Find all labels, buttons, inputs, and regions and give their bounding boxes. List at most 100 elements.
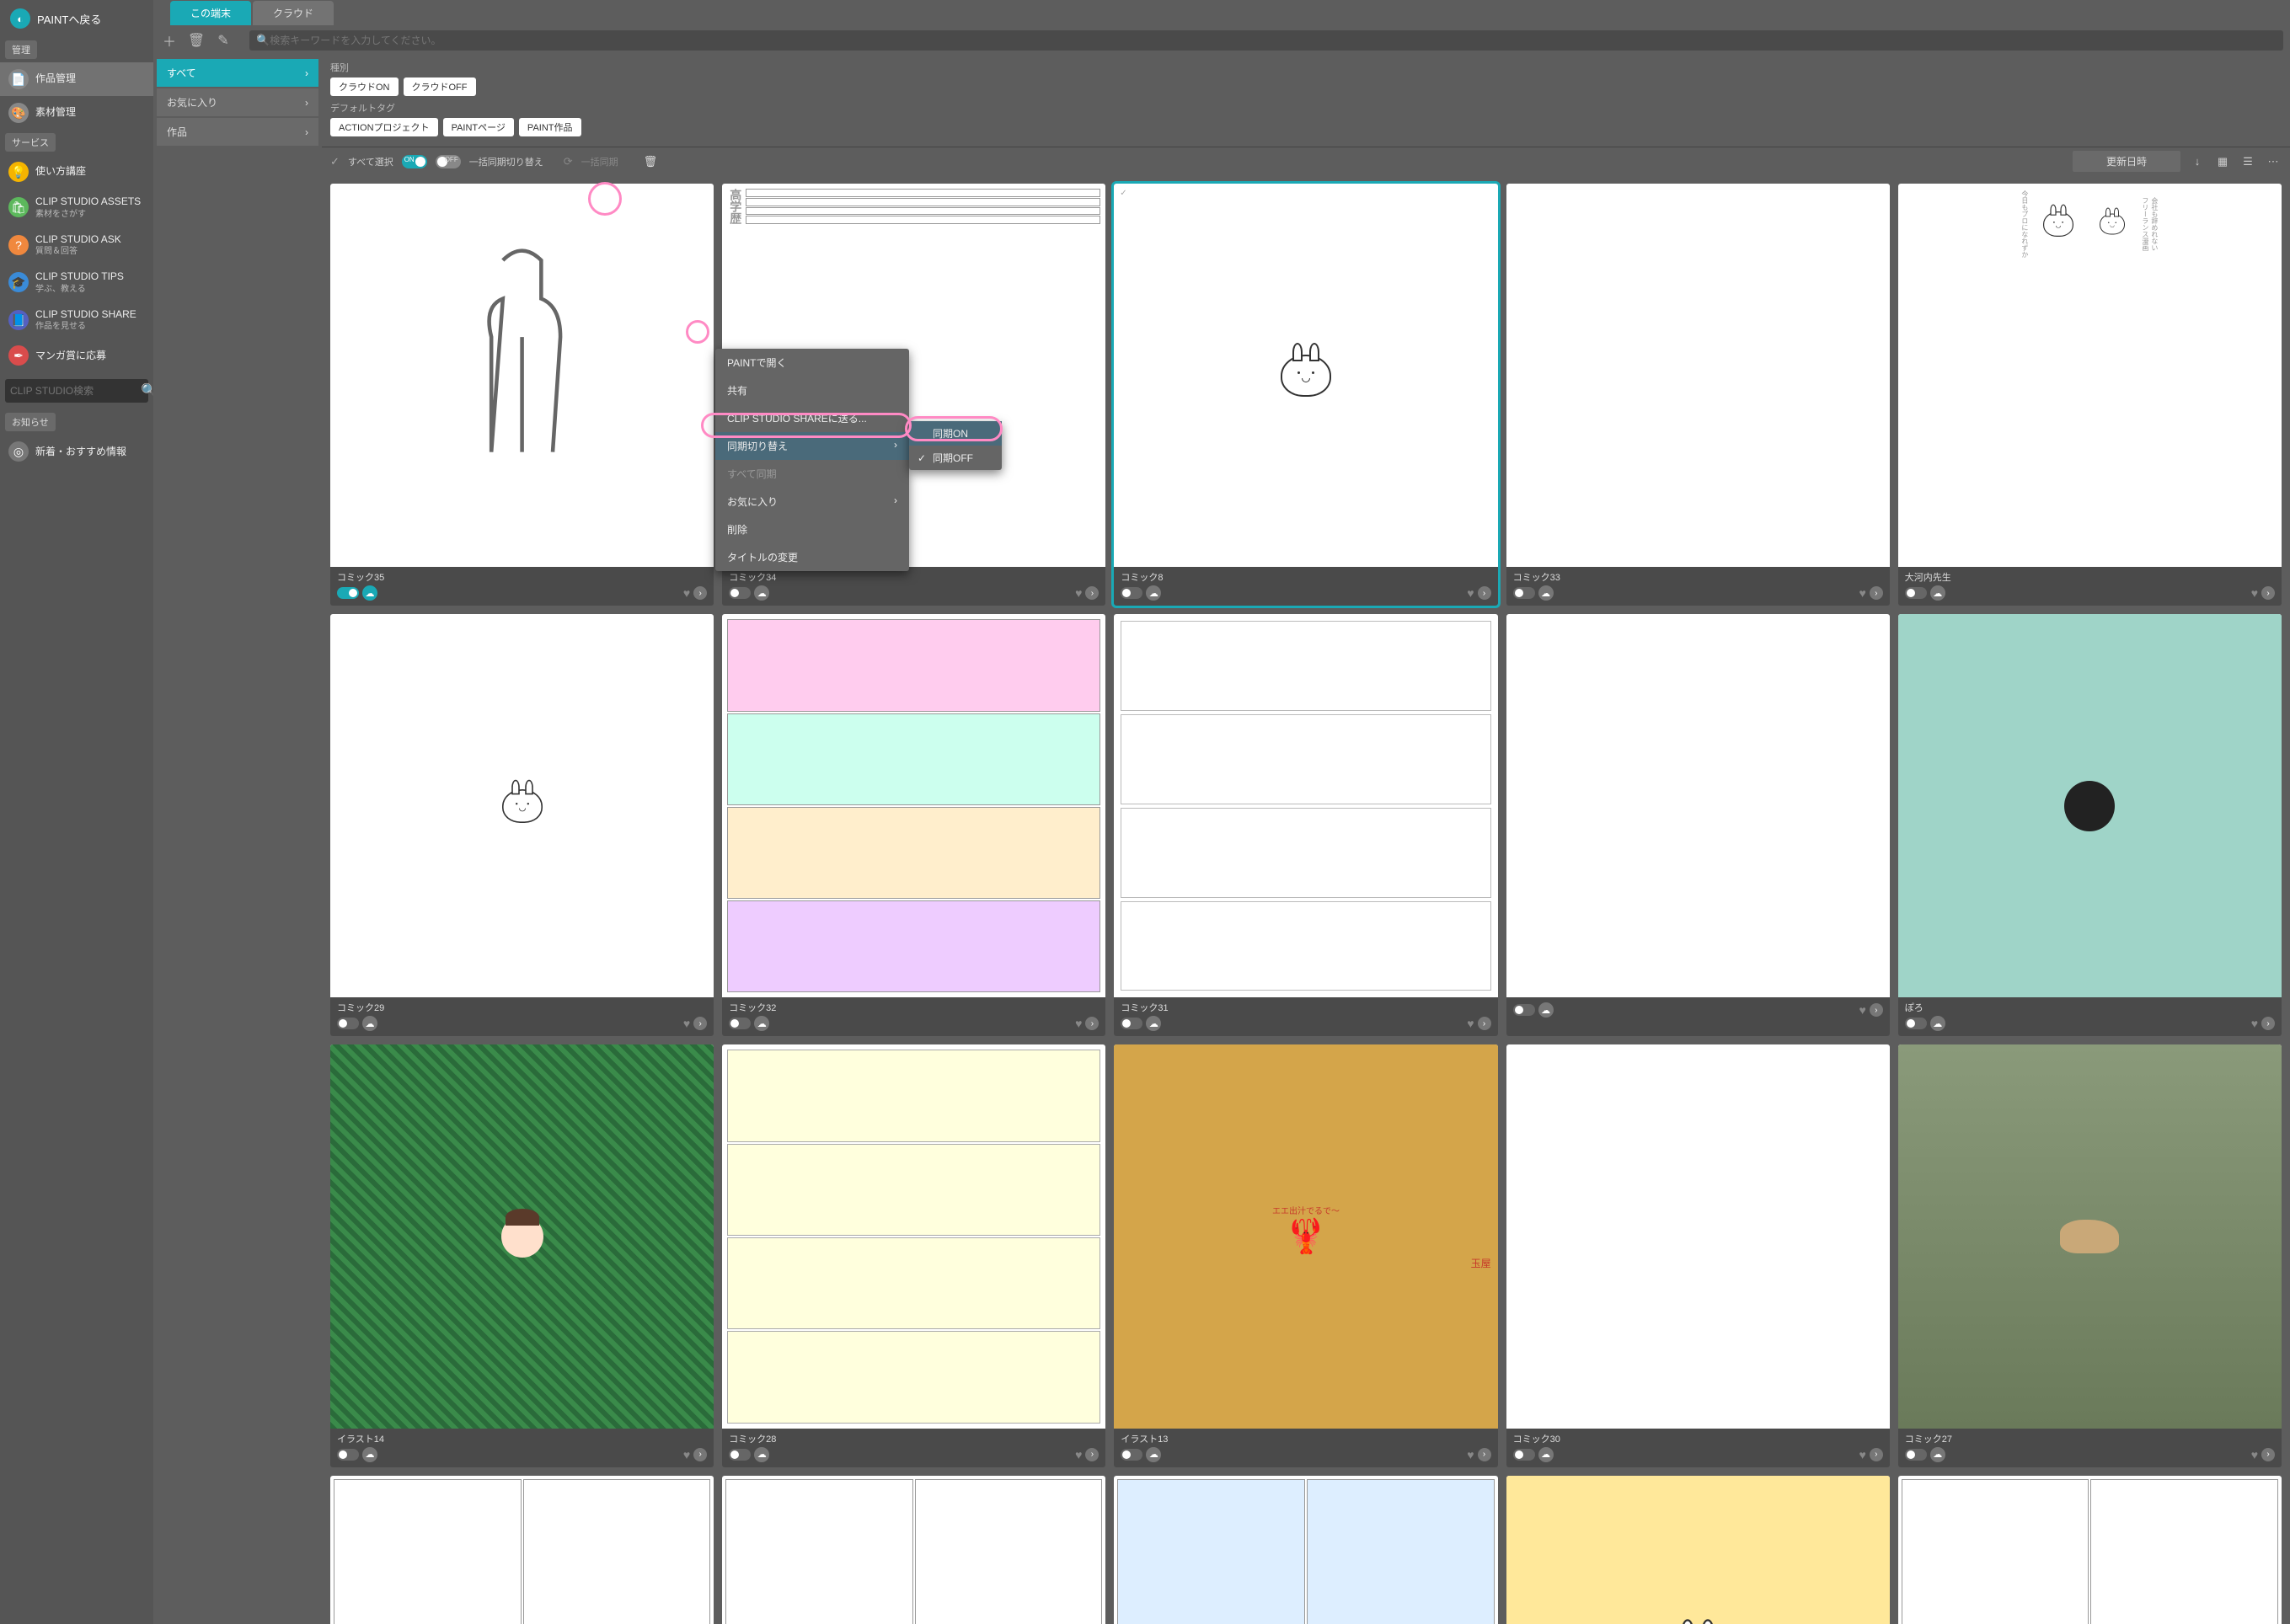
detail-arrow-icon[interactable]: › <box>1870 1003 1883 1017</box>
sidebar-item-assets[interactable]: 🛍CLIP STUDIO ASSETS素材をさがす <box>0 189 153 227</box>
sort-direction-icon[interactable]: ↓ <box>2189 153 2206 170</box>
ctx-share[interactable]: 共有 <box>715 377 909 404</box>
sync-toggle[interactable] <box>337 1449 359 1461</box>
sync-toggle[interactable] <box>1905 1018 1927 1029</box>
cloud-icon[interactable]: ☁ <box>362 1447 377 1462</box>
thumbnail[interactable] <box>722 614 1105 997</box>
work-card[interactable]: イラスト14☁♥› <box>330 1044 714 1466</box>
edit-icon[interactable]: ✎ <box>214 31 233 50</box>
cloud-icon[interactable]: ☁ <box>1146 1016 1161 1031</box>
heart-icon[interactable]: ♥ <box>1075 1017 1082 1030</box>
heart-icon[interactable]: ♥ <box>1467 1448 1474 1461</box>
refresh-icon[interactable]: ⟳ <box>564 155 573 168</box>
trash-icon[interactable]: 🗑 <box>644 155 658 168</box>
check-icon[interactable] <box>1900 185 1915 200</box>
work-card[interactable]: コミック29☁♥› <box>330 614 714 1036</box>
chip-tag-work[interactable]: PAINT作品 <box>519 118 581 136</box>
thumbnail[interactable] <box>330 614 714 997</box>
cloud-icon[interactable]: ☁ <box>754 1016 769 1031</box>
ctx-open-paint[interactable]: PAINTで開く <box>715 349 909 377</box>
heart-icon[interactable]: ♥ <box>1467 1017 1474 1030</box>
detail-arrow-icon[interactable]: › <box>1085 1017 1099 1030</box>
sync-on[interactable]: 同期ON <box>909 421 1002 446</box>
chip-tag-page[interactable]: PAINTページ <box>443 118 514 136</box>
check-icon[interactable] <box>1900 616 1915 631</box>
cloud-icon[interactable]: ☁ <box>754 585 769 601</box>
more-icon[interactable]: ⋯ <box>2265 153 2282 170</box>
ctx-rename[interactable]: タイトルの変更 <box>715 543 909 571</box>
check-icon[interactable] <box>1116 616 1131 631</box>
heart-icon[interactable]: ♥ <box>2251 1448 2258 1461</box>
thumbnail[interactable] <box>330 1476 714 1624</box>
thumbnail[interactable] <box>1506 614 1890 997</box>
cloud-icon[interactable]: ☁ <box>362 585 377 601</box>
sidebar-item-howto[interactable]: 💡使い方講座 <box>0 155 153 189</box>
work-card[interactable]: コミック27☁♥› <box>1898 1044 2282 1466</box>
heart-icon[interactable]: ♥ <box>1859 586 1865 600</box>
sync-toggle[interactable] <box>1121 1449 1142 1461</box>
chip-tag-action[interactable]: ACTIONプロジェクト <box>330 118 438 136</box>
cat-all[interactable]: すべて› <box>157 59 318 87</box>
cloud-icon[interactable]: ☁ <box>1146 1447 1161 1462</box>
sidebar-item-news[interactable]: ◎新着・おすすめ情報 <box>0 435 153 468</box>
sync-toggle[interactable] <box>1905 587 1927 599</box>
detail-arrow-icon[interactable]: › <box>693 1017 707 1030</box>
thumbnail[interactable]: エエ出汁でるで〜🦞玉屋 <box>1114 1044 1497 1428</box>
thumbnail[interactable] <box>330 1044 714 1428</box>
sidebar-item-works[interactable]: 📄 作品管理 <box>0 62 153 96</box>
thumbnail[interactable] <box>1506 184 1890 567</box>
work-card[interactable]: ぽろ☁♥› <box>1898 614 2282 1036</box>
sidebar-item-tips[interactable]: 🎓CLIP STUDIO TIPS学ぶ、教える <box>0 264 153 302</box>
cloud-icon[interactable]: ☁ <box>1930 585 1945 601</box>
check-icon[interactable] <box>332 185 347 200</box>
add-icon[interactable]: ＋ <box>160 31 179 50</box>
work-card[interactable]: コミック30☁♥› <box>1506 1044 1890 1466</box>
sidebar-item-contest[interactable]: ✒マンガ賞に応募 <box>0 339 153 372</box>
check-icon[interactable]: ✓ <box>330 155 340 168</box>
cat-works[interactable]: 作品› <box>157 118 318 146</box>
sidebar-search[interactable]: 🔍 <box>5 379 148 403</box>
list-view-icon[interactable]: ☰ <box>2239 153 2256 170</box>
grid-view-icon[interactable]: ▦ <box>2214 153 2231 170</box>
cloud-icon[interactable]: ☁ <box>1538 1002 1554 1018</box>
sync-toggle[interactable] <box>729 587 751 599</box>
sidebar-search-input[interactable] <box>10 385 141 397</box>
ctx-send-share[interactable]: CLIP STUDIO SHAREに送る... <box>715 404 909 432</box>
sidebar-item-share[interactable]: 📘CLIP STUDIO SHARE作品を見せる <box>0 302 153 339</box>
work-card[interactable]: コミック28☁♥› <box>722 1044 1105 1466</box>
work-card[interactable]: コミック35☁♥› <box>330 184 714 606</box>
tab-local[interactable]: この端末 <box>170 1 251 25</box>
cat-favorite[interactable]: お気に入り› <box>157 88 318 116</box>
detail-arrow-icon[interactable]: › <box>1478 1017 1491 1030</box>
toggle-off[interactable]: OFF <box>436 155 461 168</box>
detail-arrow-icon[interactable]: › <box>1478 1448 1491 1461</box>
check-icon[interactable] <box>1900 1477 1915 1493</box>
work-card[interactable]: ☁♥› <box>1506 614 1890 1036</box>
thumbnail[interactable] <box>1898 614 2282 997</box>
thumbnail[interactable] <box>1114 614 1497 997</box>
heart-icon[interactable]: ♥ <box>683 586 690 600</box>
detail-arrow-icon[interactable]: › <box>2261 1017 2275 1030</box>
check-icon[interactable] <box>332 616 347 631</box>
detail-arrow-icon[interactable]: › <box>693 586 707 600</box>
thumbnail[interactable]: かねぽろ <box>1506 1476 1890 1624</box>
work-card[interactable]: コミック31☁♥› <box>1114 614 1497 1036</box>
check-icon[interactable] <box>724 1477 739 1493</box>
chip-cloud-off[interactable]: クラウドOFF <box>404 77 476 96</box>
detail-arrow-icon[interactable]: › <box>2261 586 2275 600</box>
detail-arrow-icon[interactable]: › <box>1870 586 1883 600</box>
thumbnail[interactable]: ✓ <box>1114 184 1497 567</box>
detail-arrow-icon[interactable]: › <box>1085 1448 1099 1461</box>
cloud-icon[interactable]: ☁ <box>1930 1447 1945 1462</box>
check-icon[interactable] <box>1116 1477 1131 1493</box>
sync-off[interactable]: ✓同期OFF <box>909 446 1002 470</box>
work-card[interactable] <box>1898 1476 2282 1624</box>
sidebar-item-ask[interactable]: ?CLIP STUDIO ASK質問＆回答 <box>0 227 153 264</box>
work-card[interactable]: ✓コミック8☁♥› <box>1114 184 1497 606</box>
sync-toggle[interactable] <box>729 1018 751 1029</box>
thumbnail[interactable] <box>722 1044 1105 1428</box>
heart-icon[interactable]: ♥ <box>2251 1017 2258 1030</box>
work-card[interactable]: かねぽろ <box>1506 1476 1890 1624</box>
heart-icon[interactable]: ♥ <box>2251 586 2258 600</box>
sync-toggle[interactable] <box>337 1018 359 1029</box>
